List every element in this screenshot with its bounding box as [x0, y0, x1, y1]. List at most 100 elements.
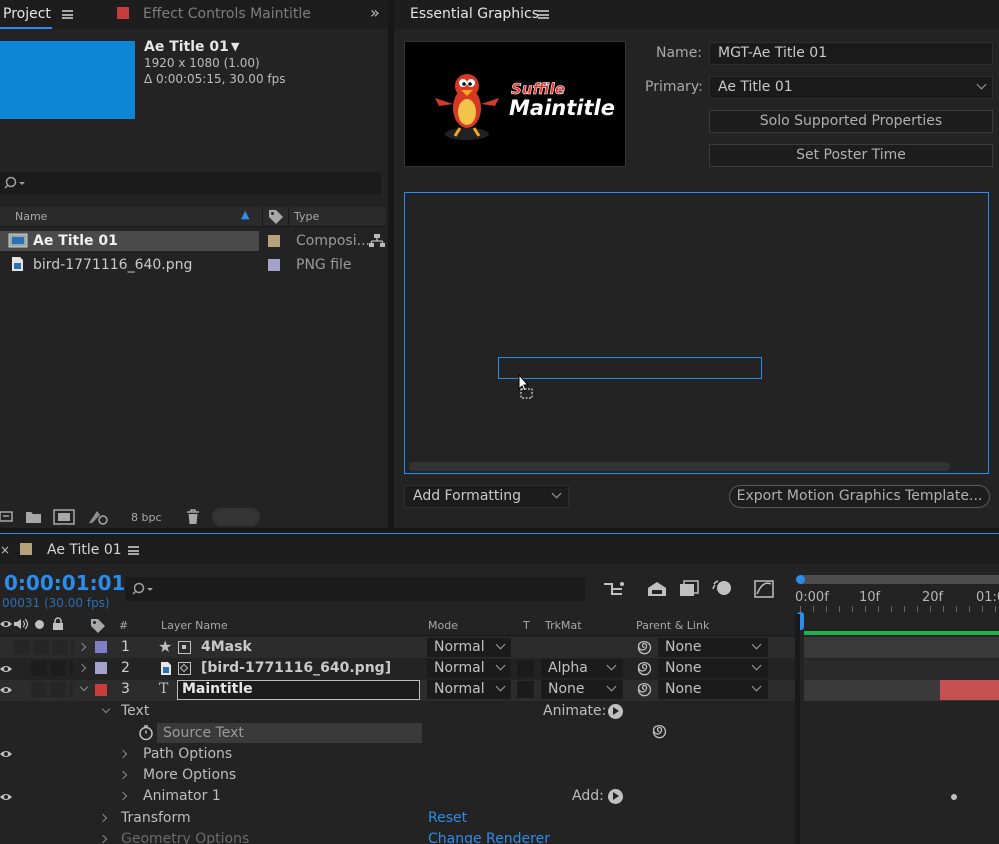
tab-timeline-comp[interactable]: Ae Title 01 — [47, 542, 122, 558]
flowchart-icon[interactable] — [369, 234, 385, 248]
stopwatch-icon[interactable] — [138, 724, 154, 741]
parent-pickwhip-icon[interactable] — [637, 661, 652, 676]
reset-link[interactable]: Reset — [428, 810, 467, 826]
composition-flowchart-icon[interactable] — [603, 580, 625, 598]
column-layer-name[interactable]: Layer Name — [161, 619, 228, 632]
expand-panels-icon[interactable]: » — [370, 3, 380, 22]
folder-icon[interactable] — [25, 510, 42, 524]
property-source-text[interactable]: Source Text — [163, 725, 244, 741]
label-tag-icon[interactable] — [268, 209, 284, 224]
frame-blending-icon[interactable] — [678, 580, 700, 598]
property-transform[interactable]: Transform — [121, 810, 191, 826]
comp-name-dropdown-icon[interactable]: ▼ — [231, 40, 239, 53]
primary-comp-select[interactable]: Ae Title 01 — [709, 76, 993, 99]
layer-null-icon — [178, 641, 191, 654]
work-area-start-handle[interactable] — [796, 575, 805, 584]
property-text[interactable]: Text — [121, 703, 149, 719]
project-menu-icon[interactable] — [62, 10, 73, 19]
project-item-type: Composi... — [296, 233, 370, 249]
parent-pickwhip-icon[interactable] — [637, 682, 652, 697]
drop-target-box[interactable] — [498, 357, 762, 379]
property-animator[interactable]: Animator 1 — [143, 788, 221, 804]
property-more-options[interactable]: More Options — [143, 767, 236, 783]
layer-name[interactable]: [bird-1771116_640.png] — [201, 660, 391, 676]
layer-label-swatch[interactable] — [95, 662, 107, 674]
template-name-input[interactable]: MGT-Ae Title 01 — [709, 42, 993, 65]
tab-essential-graphics[interactable]: Essential Graphics — [410, 6, 539, 22]
solo-dot-icon[interactable] — [35, 620, 44, 629]
interpret-footage-icon[interactable] — [0, 510, 14, 524]
layer-parent-select[interactable]: None — [658, 680, 768, 699]
audio-speaker-icon[interactable] — [13, 618, 29, 630]
export-motion-graphics-template-button[interactable]: Export Motion Graphics Template... — [729, 485, 990, 508]
add-formatting-select[interactable]: Add Formatting — [404, 485, 569, 508]
column-type[interactable]: Type — [294, 210, 319, 223]
properties-drop-area[interactable] — [404, 192, 989, 474]
drop-area-scrollbar[interactable] — [409, 462, 950, 471]
video-eye-icon[interactable] — [0, 619, 12, 629]
solo-supported-properties-button[interactable]: Solo Supported Properties — [709, 110, 993, 133]
column-t: T — [523, 619, 530, 632]
add-menu-button[interactable] — [608, 789, 623, 804]
work-area-bar[interactable] — [800, 575, 999, 584]
new-composition-icon[interactable] — [53, 509, 75, 525]
bit-depth-button[interactable]: 8 bpc — [131, 511, 162, 524]
column-mode[interactable]: Mode — [428, 619, 458, 632]
project-item-label-swatch[interactable] — [268, 235, 280, 247]
layer-label-swatch[interactable] — [95, 641, 107, 653]
property-path-options[interactable]: Path Options — [143, 746, 232, 762]
project-search-input[interactable] — [0, 172, 381, 194]
search-icon — [132, 582, 153, 595]
expression-pickwhip-icon[interactable] — [652, 724, 667, 739]
layer-2-track-bar[interactable] — [804, 659, 999, 680]
tab-project[interactable]: Project — [3, 6, 51, 22]
column-parent-link[interactable]: Parent & Link — [636, 619, 709, 632]
current-timecode[interactable]: 0:00:01:01 — [4, 571, 125, 595]
sort-ascending-icon[interactable]: ▲ — [241, 208, 249, 221]
timeline-menu-icon[interactable] — [128, 546, 139, 555]
property-geometry-options[interactable]: Geometry Options — [121, 831, 249, 844]
graph-editor-icon[interactable] — [753, 578, 775, 598]
column-trkmat[interactable]: TrkMat — [545, 619, 582, 632]
mouse-cursor-icon — [518, 374, 533, 399]
layer-1-track-bar[interactable] — [804, 637, 999, 658]
video-eye-icon[interactable] — [0, 685, 12, 695]
video-eye-icon[interactable] — [0, 749, 12, 759]
keyframe-dot[interactable] — [951, 794, 957, 800]
set-poster-time-button[interactable]: Set Poster Time — [709, 144, 993, 167]
layer-av-switches[interactable] — [14, 640, 74, 655]
change-renderer-link[interactable]: Change Renderer — [428, 831, 550, 844]
draft-3d-icon[interactable] — [646, 580, 668, 598]
column-name[interactable]: Name — [15, 210, 47, 223]
parent-pickwhip-icon[interactable] — [637, 640, 652, 655]
tab-effect-controls[interactable]: Effect Controls Maintitle — [143, 6, 311, 22]
layer-av-switches[interactable] — [31, 682, 73, 697]
timeline-search-input[interactable] — [125, 577, 585, 601]
animate-menu-button[interactable] — [608, 704, 623, 719]
project-settings-icon[interactable] — [87, 509, 109, 525]
layer-av-switches[interactable] — [31, 661, 73, 676]
motion-blur-icon[interactable] — [712, 578, 734, 598]
layer-3-duration-bar[interactable] — [940, 680, 999, 700]
layer-name[interactable]: Maintitle — [182, 681, 253, 697]
layer-label-swatch[interactable] — [95, 684, 107, 696]
project-thumbnail-scrubber[interactable] — [212, 508, 260, 526]
poster-thumbnail: Suffile Maintitle — [404, 41, 626, 167]
close-tab-icon[interactable]: × — [0, 543, 10, 557]
name-label: Name: — [656, 45, 703, 61]
preserve-transparency-toggle[interactable] — [517, 660, 534, 677]
layer-parent-select[interactable]: None — [658, 659, 768, 678]
project-item-name: bird-1771116_640.png — [33, 257, 193, 273]
video-eye-icon[interactable] — [0, 792, 12, 802]
layer-parent-select[interactable]: None — [658, 638, 768, 657]
timeline-divider[interactable] — [795, 614, 800, 844]
trash-icon[interactable] — [186, 509, 200, 525]
preserve-transparency-toggle[interactable] — [517, 681, 534, 698]
layer-name[interactable]: 4Mask — [201, 639, 252, 655]
eg-menu-icon[interactable] — [538, 10, 549, 19]
png-file-icon — [161, 662, 171, 675]
label-tag-icon[interactable] — [90, 618, 106, 633]
video-eye-icon[interactable] — [0, 664, 12, 674]
project-item-label-swatch[interactable] — [268, 259, 280, 271]
lock-icon[interactable] — [52, 617, 64, 631]
